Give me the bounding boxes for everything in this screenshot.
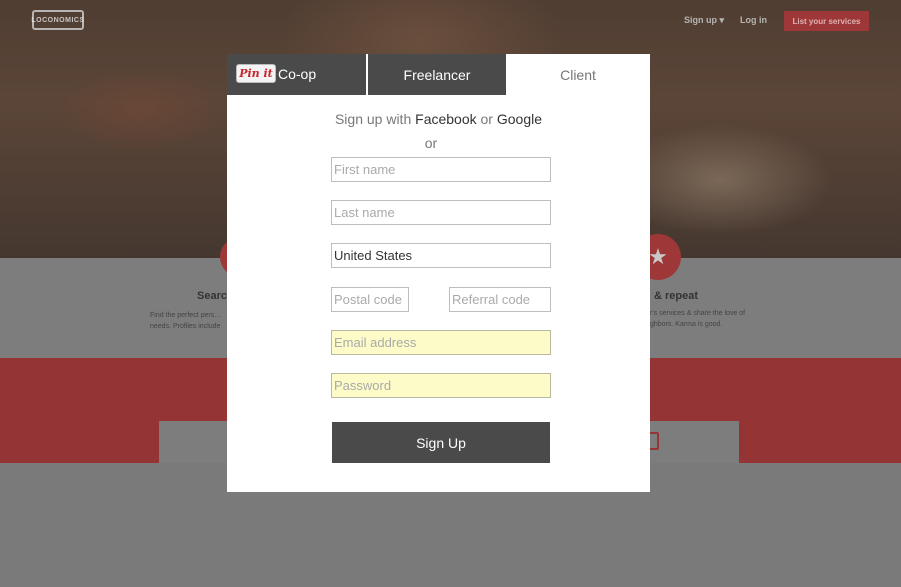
signup-modal: Pin it Co-op Freelancer Client Sign up w… [227,54,650,492]
list-services-button[interactable]: List your services [784,11,869,31]
pinit-button[interactable]: Pin it [236,64,276,83]
email-field[interactable] [331,330,551,355]
social-signup-line: Sign up with Facebook or Google [227,111,650,127]
tab-coop-label: Co-op [278,66,317,82]
postal-code-field[interactable] [331,287,409,312]
feature-repeat-text: r's services & share the love of ghbors.… [650,310,746,328]
or-separator: or [424,135,438,151]
nav-login-link[interactable]: Log in [740,15,767,25]
sign-up-button[interactable]: Sign Up [332,422,550,463]
feature-search-text: Find the perfect pers… needs. Profiles i… [150,312,222,330]
site-logo[interactable]: LOCONOMICS [31,10,84,30]
first-name-field[interactable] [331,157,551,182]
feature-repeat-title: & repeat [654,290,699,302]
referral-code-field[interactable] [449,287,551,312]
country-field[interactable] [331,243,551,268]
google-link[interactable]: Google [497,111,542,127]
tab-client[interactable]: Client [506,54,650,95]
last-name-field[interactable] [331,200,551,225]
top-navigation: LOCONOMICS Sign up ▾ Log in List your se… [0,0,901,40]
feature-search-title: Searc [197,290,227,302]
facebook-link[interactable]: Facebook [415,111,476,127]
social-or: or [480,111,493,127]
signup-tabs: Pin it Co-op Freelancer Client [227,54,650,95]
social-prefix: Sign up with [334,111,412,127]
nav-signup-dropdown[interactable]: Sign up ▾ [684,15,724,26]
tab-coop[interactable]: Pin it Co-op [227,54,366,95]
tab-freelancer[interactable]: Freelancer [366,54,506,95]
password-field[interactable] [331,373,551,398]
